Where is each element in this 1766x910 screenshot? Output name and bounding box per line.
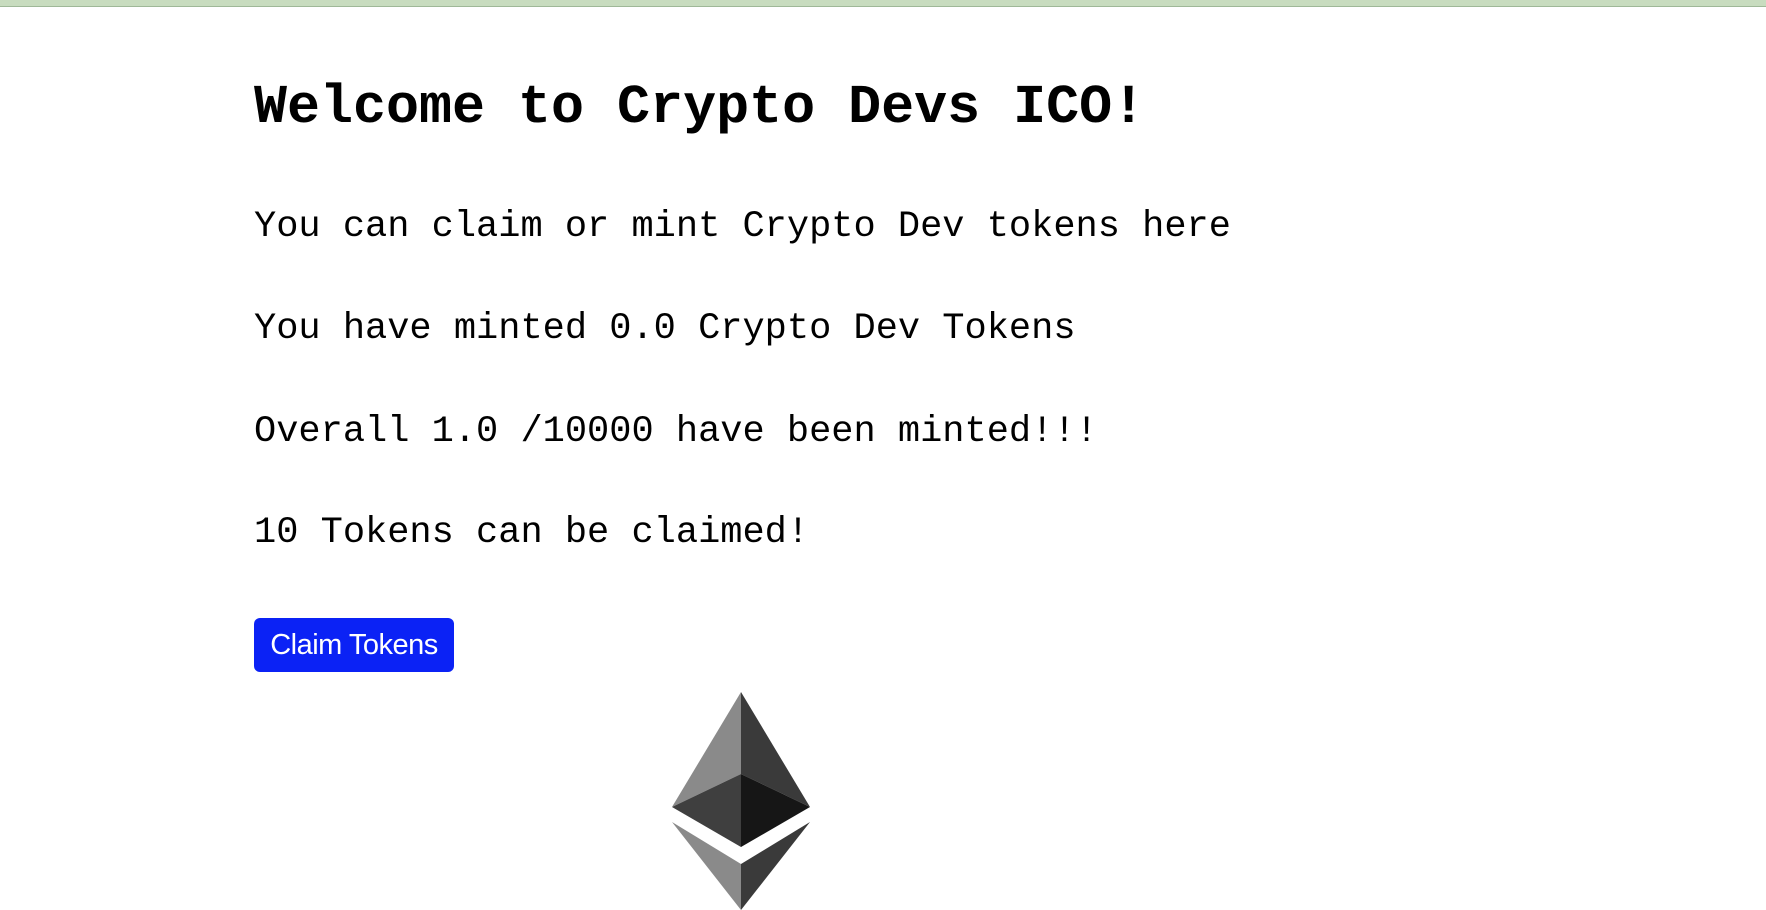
page-title: Welcome to Crypto Devs ICO! xyxy=(254,76,1146,139)
overall-minted-text: Overall 1.0 /10000 have been minted!!! xyxy=(254,411,1098,453)
claimable-tokens-text: 10 Tokens can be claimed! xyxy=(254,512,810,554)
intro-text: You can claim or mint Crypto Dev tokens … xyxy=(254,206,1231,248)
claim-tokens-button[interactable]: Claim Tokens xyxy=(254,618,454,672)
ethereum-logo-icon xyxy=(672,692,810,910)
browser-top-strip xyxy=(0,0,1766,7)
user-minted-text: You have minted 0.0 Crypto Dev Tokens xyxy=(254,308,1076,350)
